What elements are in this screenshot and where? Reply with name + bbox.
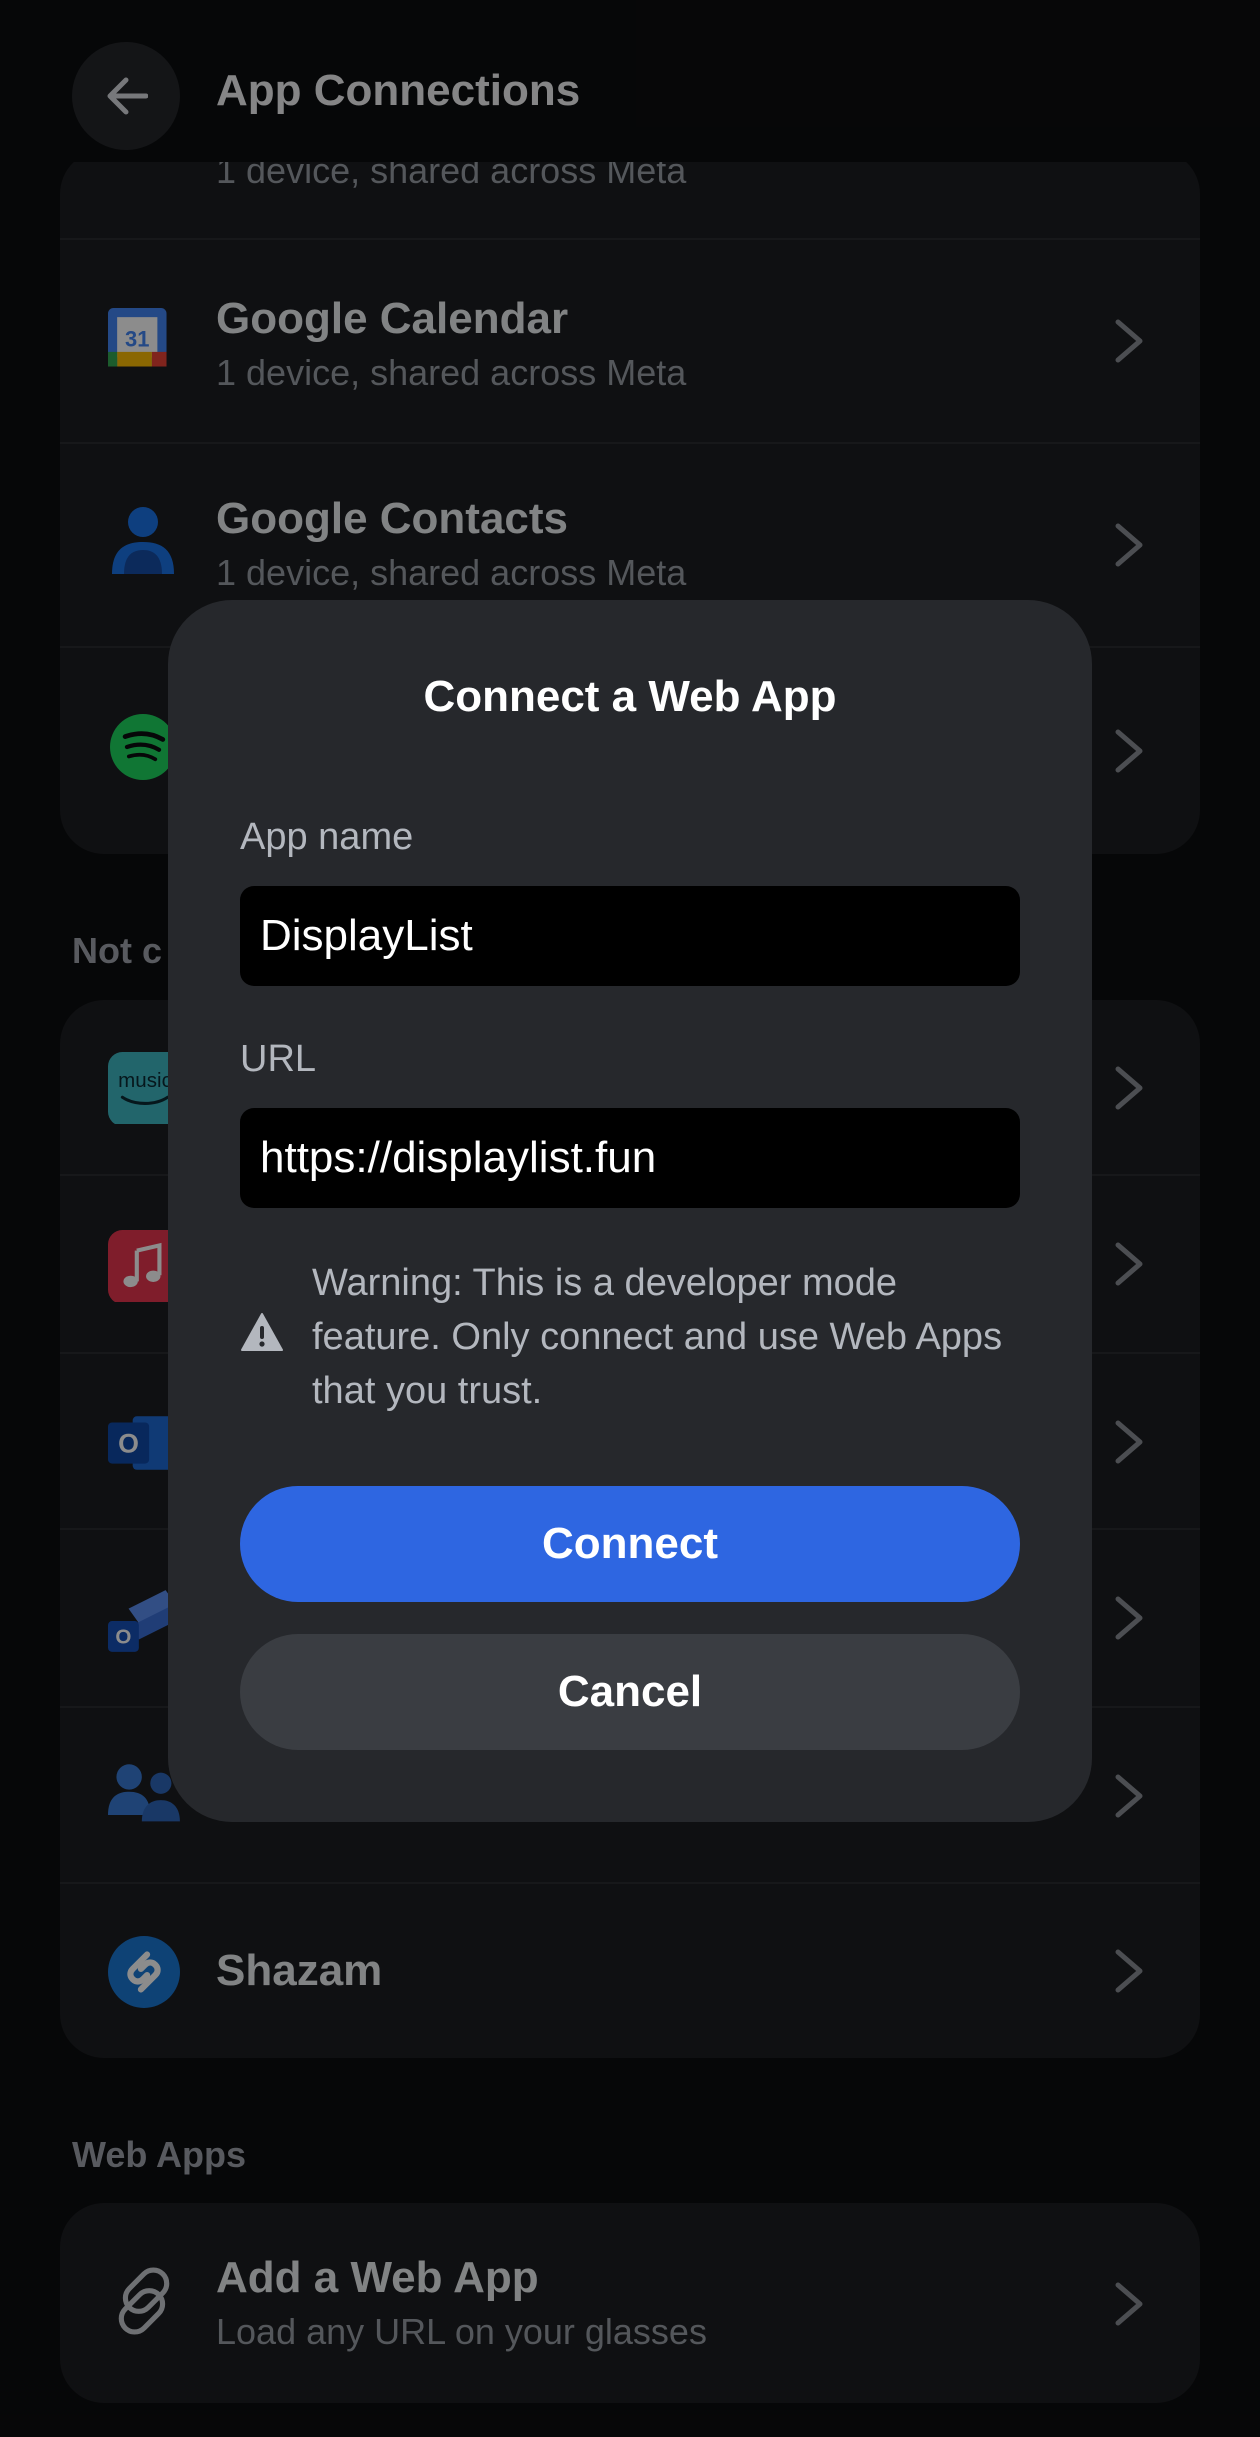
connect-button[interactable]: Connect [240,1486,1020,1602]
app-name-input[interactable] [240,886,1020,986]
warning-icon [241,1313,283,1351]
app-connections-screen: App Connections 1 device, shared across … [0,0,1260,2437]
warning-text: Warning: This is a developer mode featur… [312,1262,1003,1412]
url-input[interactable] [240,1108,1020,1208]
cancel-button[interactable]: Cancel [240,1634,1020,1750]
url-label: URL [240,1038,317,1080]
developer-warning: Warning: This is a developer mode featur… [240,1256,1020,1426]
dialog-title: Connect a Web App [423,672,837,721]
app-name-label: App name [240,816,414,858]
connect-web-app-dialog: Connect a Web App App name URL Warning: … [168,600,1092,1822]
